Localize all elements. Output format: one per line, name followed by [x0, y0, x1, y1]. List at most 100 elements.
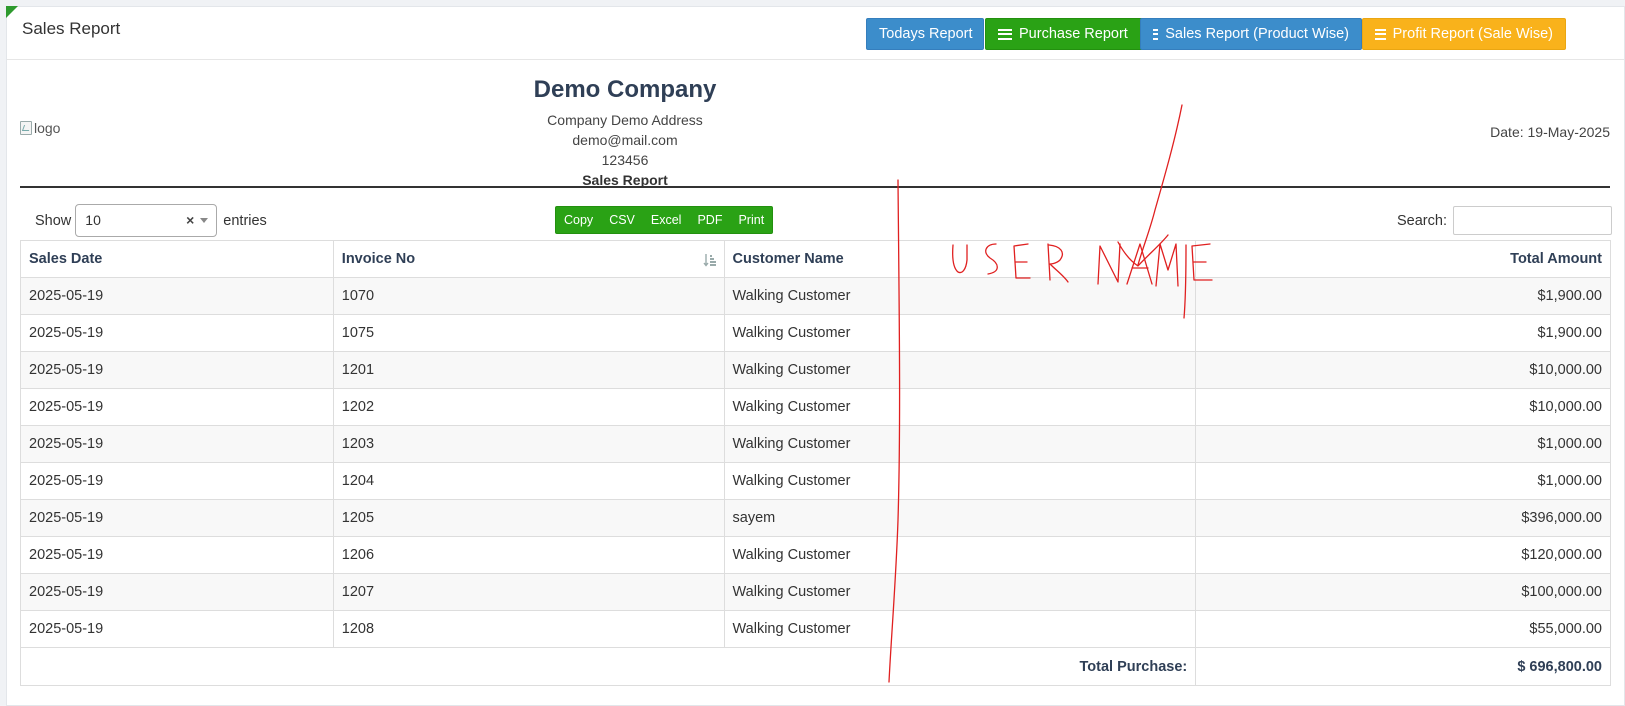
cell-total-amount: $10,000.00: [1195, 388, 1611, 426]
cell-customer-name: Walking Customer: [723, 277, 1197, 315]
total-value: $ 696,800.00: [1195, 647, 1611, 686]
export-button-group: Copy CSV Excel PDF Print: [555, 206, 774, 234]
cell-total-amount: $100,000.00: [1195, 573, 1611, 611]
cell-sales-date: 2025-05-19: [20, 388, 334, 426]
cell-total-amount: $10,000.00: [1195, 351, 1611, 389]
cell-total-amount: $396,000.00: [1195, 499, 1611, 537]
cell-invoice-no: 1206: [332, 536, 725, 574]
cell-invoice-no: 1202: [332, 388, 725, 426]
table-row: 2025-05-19 1207 Walking Customer $100,00…: [20, 573, 1611, 611]
sales-report-product-wise-button[interactable]: Sales Report (Product Wise): [1140, 18, 1362, 50]
company-name: Demo Company: [533, 76, 717, 103]
cell-sales-date: 2025-05-19: [20, 499, 334, 537]
cell-sales-date: 2025-05-19: [20, 425, 334, 463]
panel-corner-marker: [6, 6, 18, 18]
cell-invoice-no: 1207: [332, 573, 725, 611]
length-menu: Show 10 × entries: [35, 204, 267, 237]
entries-select[interactable]: 10 ×: [75, 204, 218, 237]
cell-total-amount: $1,000.00: [1195, 462, 1611, 500]
list-icon: [1375, 28, 1386, 40]
entries-label: entries: [223, 212, 267, 229]
chevron-down-icon[interactable]: [200, 218, 209, 223]
column-header-sales-date[interactable]: Sales Date: [20, 240, 334, 278]
cell-invoice-no: 1204: [332, 462, 725, 500]
cell-customer-name: Walking Customer: [723, 314, 1197, 352]
cell-invoice-no: 1208: [332, 610, 725, 648]
company-email: demo@mail.com: [572, 132, 678, 148]
cell-invoice-no: 1203: [332, 425, 725, 463]
purchase-report-button[interactable]: Purchase Report: [985, 18, 1145, 50]
table-row: 2025-05-19 1208 Walking Customer $55,000…: [20, 610, 1611, 648]
total-label: Total Purchase:: [19, 647, 1197, 686]
purchase-report-label: Purchase Report: [1019, 26, 1128, 42]
clear-icon[interactable]: ×: [186, 205, 194, 236]
excel-button[interactable]: Excel: [643, 207, 690, 233]
search-label: Search:: [1397, 212, 1447, 229]
list-icon: [1153, 28, 1159, 40]
company-address: Company Demo Address: [547, 112, 703, 128]
cell-sales-date: 2025-05-19: [20, 314, 334, 352]
sales-table: Sales Date Invoice No Customer Name Tota…: [19, 240, 1611, 686]
cell-customer-name: Walking Customer: [723, 536, 1197, 574]
table-total-row: Total Purchase: $ 696,800.00: [19, 647, 1611, 686]
table-row: 2025-05-19 1070 Walking Customer $1,900.…: [20, 277, 1611, 315]
todays-report-label: Todays Report: [879, 26, 973, 42]
list-icon: [998, 28, 1012, 40]
cell-sales-date: 2025-05-19: [20, 573, 334, 611]
table-row: 2025-05-19 1203 Walking Customer $1,000.…: [20, 425, 1611, 463]
table-row: 2025-05-19 1206 Walking Customer $120,00…: [20, 536, 1611, 574]
table-row: 2025-05-19 1075 Walking Customer $1,900.…: [20, 314, 1611, 352]
cell-customer-name: Walking Customer: [723, 388, 1197, 426]
cell-sales-date: 2025-05-19: [20, 351, 334, 389]
cell-customer-name: Walking Customer: [723, 351, 1197, 389]
table-row: 2025-05-19 1202 Walking Customer $10,000…: [20, 388, 1611, 426]
cell-customer-name: Walking Customer: [723, 610, 1197, 648]
cell-invoice-no: 1201: [332, 351, 725, 389]
cell-invoice-no: 1205: [332, 499, 725, 537]
column-header-customer-name[interactable]: Customer Name: [723, 240, 1197, 278]
broken-image-icon: [20, 121, 32, 135]
profit-report-sale-wise-button[interactable]: Profit Report (Sale Wise): [1362, 18, 1566, 50]
cell-total-amount: $1,000.00: [1195, 425, 1611, 463]
cell-customer-name: Walking Customer: [723, 425, 1197, 463]
cell-total-amount: $1,900.00: [1195, 314, 1611, 352]
cell-sales-date: 2025-05-19: [20, 462, 334, 500]
pdf-button[interactable]: PDF: [689, 207, 730, 233]
profit-report-sale-wise-label: Profit Report (Sale Wise): [1392, 26, 1553, 42]
cell-sales-date: 2025-05-19: [20, 277, 334, 315]
company-info: Demo Company Company Demo Address demo@m…: [475, 76, 775, 190]
column-header-invoice-no-label: Invoice No: [341, 251, 416, 267]
cell-customer-name: sayem: [723, 499, 1197, 537]
panel-header: Sales Report Todays Report Purchase Repo…: [7, 7, 1624, 60]
column-header-total-amount[interactable]: Total Amount: [1195, 240, 1611, 278]
cell-sales-date: 2025-05-19: [20, 610, 334, 648]
header-divider: [20, 186, 1610, 188]
print-button[interactable]: Print: [730, 207, 772, 233]
csv-button[interactable]: CSV: [601, 207, 643, 233]
company-phone: 123456: [601, 152, 649, 168]
cell-total-amount: $120,000.00: [1195, 536, 1611, 574]
search-box: Search:: [1397, 206, 1612, 235]
sales-report-product-wise-label: Sales Report (Product Wise): [1165, 26, 1349, 42]
company-logo: logo: [20, 120, 60, 136]
cell-invoice-no: 1075: [332, 314, 725, 352]
table-header-row: Sales Date Invoice No Customer Name Tota…: [20, 240, 1611, 278]
cell-total-amount: $55,000.00: [1195, 610, 1611, 648]
cell-customer-name: Walking Customer: [723, 573, 1197, 611]
copy-button[interactable]: Copy: [556, 207, 601, 233]
report-date: Date: 19-May-2025: [1490, 124, 1610, 140]
cell-customer-name: Walking Customer: [723, 462, 1197, 500]
logo-alt-text: logo: [34, 120, 61, 136]
cell-total-amount: $1,900.00: [1195, 277, 1611, 315]
cell-invoice-no: 1070: [332, 277, 725, 315]
todays-report-button[interactable]: Todays Report: [866, 18, 984, 50]
column-header-invoice-no[interactable]: Invoice No: [332, 240, 725, 278]
entries-select-value: 10: [85, 212, 101, 228]
sort-icon[interactable]: [702, 253, 717, 267]
panel-title: Sales Report: [22, 19, 121, 38]
show-label: Show: [35, 212, 72, 229]
search-input[interactable]: [1452, 206, 1612, 235]
table-row: 2025-05-19 1204 Walking Customer $1,000.…: [20, 462, 1611, 500]
table-row: 2025-05-19 1201 Walking Customer $10,000…: [20, 351, 1611, 389]
cell-sales-date: 2025-05-19: [20, 536, 334, 574]
